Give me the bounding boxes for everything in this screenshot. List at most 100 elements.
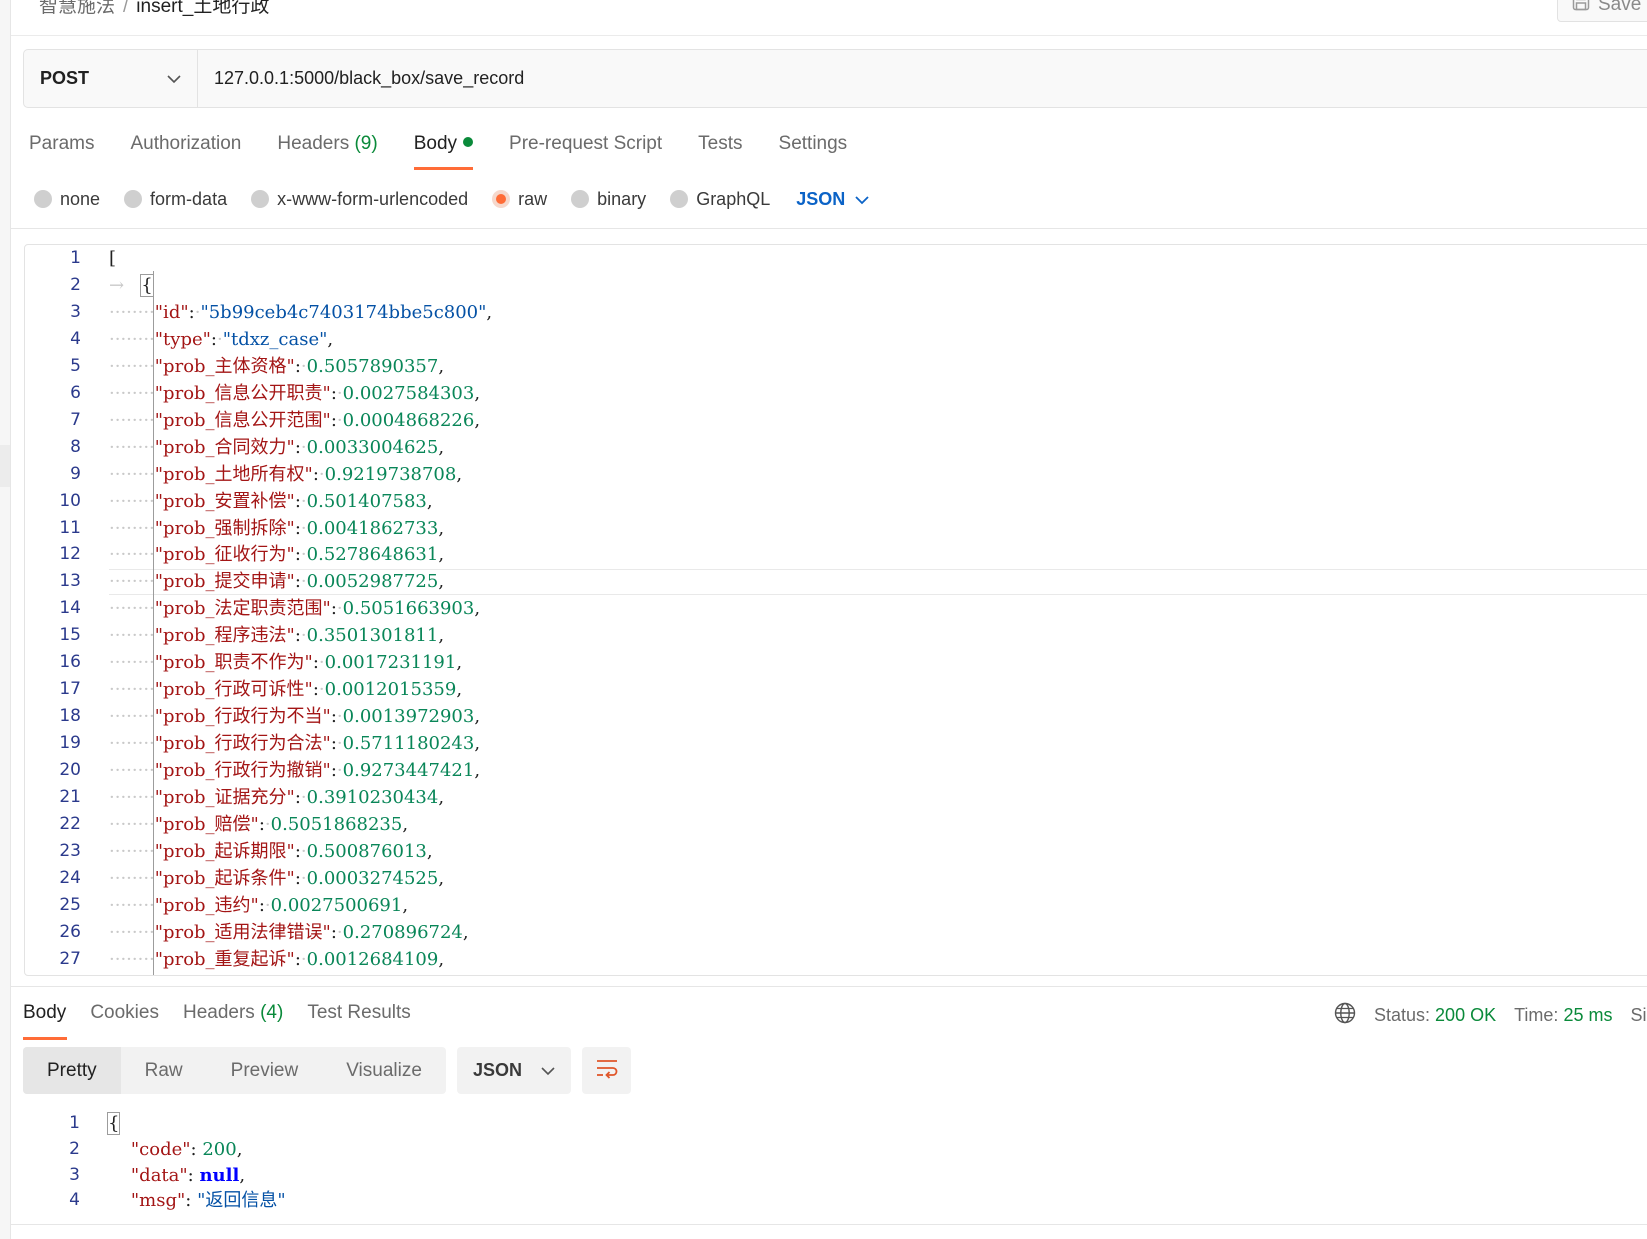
json-number: 0.0052987725 [306, 571, 439, 593]
headers-count-badge: (9) [354, 133, 378, 154]
tab-tests[interactable]: Tests [698, 130, 742, 170]
tab-params[interactable]: Params [29, 130, 94, 170]
code-token: , [456, 679, 463, 701]
response-body-viewer[interactable]: 1{2 "code": 200, 3 "data": null, 4 "msg": … [24, 1110, 1644, 1214]
json-key: "prob_起诉期限" [154, 840, 295, 862]
line-number: 11 [59, 517, 81, 538]
code-token: : [190, 1138, 203, 1160]
body-mode-binary[interactable]: binary [571, 189, 646, 210]
code-token: , [456, 463, 463, 485]
body-mode-graphql[interactable]: GraphQL [670, 189, 770, 210]
body-language-select[interactable]: JSON [796, 189, 869, 210]
size-indicator[interactable]: Siz [1630, 1005, 1647, 1026]
view-raw-button[interactable]: Raw [121, 1047, 207, 1094]
body-mode-urlencoded[interactable]: x-www-form-urlencoded [251, 189, 468, 210]
code-token: ········ [109, 679, 155, 701]
line-number: 6 [70, 382, 81, 403]
tab-label: Params [29, 133, 95, 154]
code-line: 4 ········"type":·"tdxz_case", [25, 326, 1647, 353]
code-token: ········ [109, 760, 155, 782]
tab-authorization[interactable]: Authorization [130, 130, 241, 170]
tab-headers[interactable]: Headers (9) [277, 130, 377, 170]
json-key: "prob_安置补偿" [154, 490, 295, 512]
breadcrumb-separator: / [123, 0, 129, 17]
code-text: ········"prob_信息公开范围":·0.0004868226, [109, 407, 480, 434]
body-mode-none[interactable]: none [34, 189, 100, 210]
code-text: ········"prob_合同效力":·0.0033004625, [109, 434, 444, 461]
sidebar-handle[interactable] [0, 445, 10, 487]
code-token: ········ [109, 894, 155, 916]
request-body-editor[interactable]: 1[2 → {3 ········"id":·"5b99ceb4c7403174bb… [24, 244, 1647, 976]
view-visualize-button[interactable]: Visualize [322, 1047, 446, 1094]
divider [11, 228, 1647, 229]
code-text: ········"prob_行政行为撤销":·0.9273447421, [109, 757, 480, 784]
code-token: ········ [109, 382, 155, 404]
response-tab-body[interactable]: Body [23, 998, 68, 1040]
breadcrumb-parent[interactable]: 智慧施法 [39, 0, 115, 17]
url-input[interactable]: 127.0.0.1:5000/black_box/save_record [198, 50, 1647, 107]
response-status-bar: Status: 200 OK Time: 25 ms Siz [1334, 1000, 1647, 1030]
json-number: 0.270896724 [342, 921, 463, 943]
response-tabs: Body Cookies Headers (4) Test Results [23, 998, 435, 1040]
radio-selected-icon [492, 190, 511, 208]
code-line: 22 ········"prob_赔偿":·0.5051868235, [25, 811, 1647, 838]
json-key: "prob_信息公开职责" [154, 382, 331, 404]
breadcrumb: 智慧施法 / insert_土地行政 [39, 0, 269, 18]
tab-body[interactable]: Body [413, 130, 474, 170]
globe-icon[interactable] [1334, 1002, 1356, 1029]
line-number: 4 [69, 1190, 80, 1211]
wrap-lines-button[interactable] [582, 1047, 631, 1094]
tab-settings[interactable]: Settings [779, 130, 848, 170]
response-tab-cookies[interactable]: Cookies [90, 998, 159, 1040]
code-token: ········ [109, 867, 155, 889]
code-line: 6 ········"prob_信息公开职责":·0.0027584303, [25, 380, 1647, 407]
body-mode-raw[interactable]: raw [492, 189, 547, 210]
divider [11, 986, 1647, 987]
json-number: 0.0013972903 [342, 706, 475, 728]
code-token: : [185, 1190, 198, 1212]
body-mode-form-data[interactable]: form-data [124, 189, 227, 210]
json-key: "prob_征收行为" [154, 544, 295, 566]
code-line: 17 ········"prob_行政可诉性":·0.0012015359, [25, 676, 1647, 703]
code-line: 11 ········"prob_强制拆除":·0.0041862733, [25, 515, 1647, 542]
tab-pre-request-script[interactable]: Pre-request Script [509, 130, 662, 170]
response-tab-test-results[interactable]: Test Results [307, 998, 410, 1040]
line-number: 17 [59, 679, 81, 700]
tab-label: Test Results [307, 1002, 411, 1023]
top-bar: 智慧施法 / insert_土地行政 Save [11, 0, 1647, 36]
json-number: 0.0017231191 [324, 652, 457, 674]
body-mode-label: x-www-form-urlencoded [277, 188, 469, 209]
response-format-select[interactable]: JSON [457, 1047, 571, 1094]
code-line: 13 ········"prob_提交申请":·0.0052987725, [25, 568, 1647, 595]
save-button[interactable]: Save [1557, 0, 1647, 22]
json-number: 0.9219738708 [324, 463, 457, 485]
json-key: "prob_法定职责范围" [154, 598, 331, 620]
json-key: "msg" [130, 1190, 186, 1212]
code-line: 12 ········"prob_征收行为":·0.5278648631, [25, 541, 1647, 568]
method-select[interactable]: POST [24, 50, 198, 107]
code-text: ········"prob_赔偿":·0.5051868235, [109, 811, 408, 838]
line-number: 26 [59, 921, 81, 942]
code-token: ········ [109, 625, 155, 647]
breadcrumb-current[interactable]: insert_土地行政 [136, 0, 269, 17]
code-token: ········ [109, 490, 155, 512]
view-preview-button[interactable]: Preview [207, 1047, 323, 1094]
code-line: 5 ········"prob_主体资格":·0.5057890357, [25, 353, 1647, 380]
time-value: 25 ms [1563, 1004, 1613, 1025]
status-indicator[interactable]: Status: 200 OK [1374, 1005, 1496, 1026]
request-url-bar: POST 127.0.0.1:5000/black_box/save_recor… [23, 49, 1647, 108]
code-token: ········ [109, 840, 155, 862]
response-tab-headers[interactable]: Headers (4) [183, 998, 283, 1040]
code-line: 25 ········"prob_违约":·0.0027500691, [25, 892, 1647, 919]
view-pretty-button[interactable]: Pretty [23, 1047, 121, 1094]
code-token: ········ [109, 921, 155, 943]
time-indicator[interactable]: Time: 25 ms [1514, 1005, 1612, 1026]
status-label: Status: [1374, 1004, 1431, 1025]
response-headers-count-badge: (4) [260, 1002, 284, 1023]
json-number: 0.0033004625 [306, 436, 439, 458]
tab-label: Cookies [90, 1002, 159, 1023]
view-label: Preview [230, 1059, 299, 1081]
view-label: Raw [144, 1059, 183, 1081]
